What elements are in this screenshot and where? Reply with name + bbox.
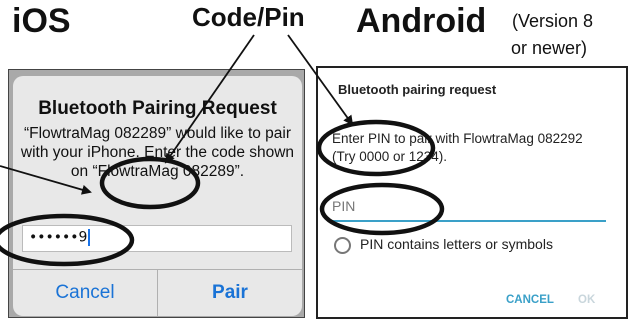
ios-input-highlight-ellipse xyxy=(0,213,135,267)
ios-code-highlight-ellipse xyxy=(99,156,201,210)
arrow-to-ios-code xyxy=(164,34,255,164)
android-message-highlight-ellipse xyxy=(316,119,436,177)
arrow-to-ios-input xyxy=(0,165,92,195)
arrow-to-android-code xyxy=(287,34,354,126)
android-pin-highlight-ellipse xyxy=(319,182,445,236)
annotation-overlay xyxy=(0,34,445,267)
